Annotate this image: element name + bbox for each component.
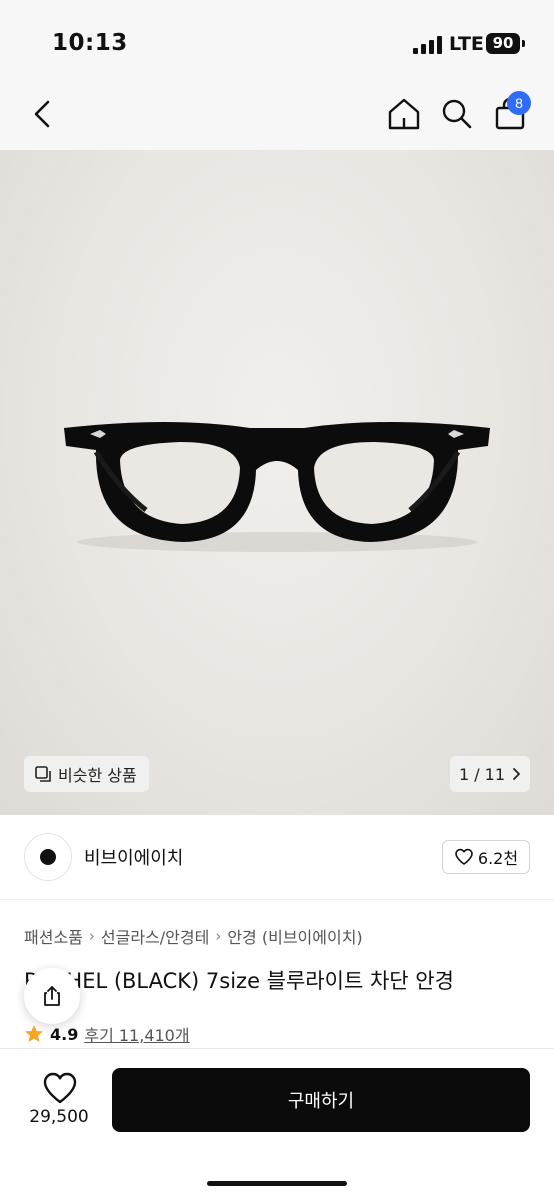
status-bar: 10:13 LTE 90: [0, 0, 554, 80]
buy-button[interactable]: 구매하기: [112, 1068, 530, 1132]
rating-value: 4.9: [50, 1024, 79, 1044]
glasses-image: [64, 422, 490, 552]
back-icon[interactable]: [24, 94, 64, 134]
similar-icon: [35, 766, 51, 782]
share-button[interactable]: [24, 968, 80, 1024]
chevron-right-icon: ›: [88, 927, 95, 945]
chevron-right-icon: ›: [215, 927, 222, 945]
breadcrumb-item[interactable]: 패션소품: [24, 924, 83, 948]
top-navigation: [0, 80, 554, 150]
brand-logo-mark: [40, 849, 56, 865]
breadcrumb-item[interactable]: 선글라스/안경테: [101, 924, 209, 948]
status-time: 10:13: [52, 30, 128, 56]
network-label: LTE: [449, 33, 484, 55]
heart-icon: [455, 848, 473, 865]
chevron-right-icon: [513, 768, 520, 780]
brand-logo[interactable]: [24, 833, 72, 881]
brand-row[interactable]: 비브이에이치 6.2천: [0, 815, 554, 900]
review-count-link[interactable]: 후기 11,410개: [84, 1022, 189, 1046]
home-indicator: [207, 1181, 347, 1186]
breadcrumb-item[interactable]: 안경 (비브이에이치): [227, 924, 362, 948]
search-icon[interactable]: [437, 94, 477, 134]
product-image-gallery[interactable]: 비슷한 상품 1 / 11: [0, 150, 554, 815]
battery-cap: [522, 40, 525, 47]
star-icon: [25, 1025, 43, 1042]
breadcrumb: 패션소품 › 선글라스/안경테 › 안경 (비브이에이치): [24, 924, 363, 948]
bottom-purchase-bar: 29,500 구매하기: [0, 1048, 554, 1201]
battery-indicator: 90: [486, 33, 520, 54]
similar-products-label: 비슷한 상품: [58, 766, 137, 785]
cart-count-badge: 8: [507, 91, 531, 115]
product-title: RACHEL (BLACK) 7size 블루라이트 차단 안경: [24, 969, 454, 993]
rating-row: 4.9 후기 11,410개: [24, 1022, 190, 1046]
page-indicator-text: 1 / 11: [458, 764, 506, 784]
similar-products-button[interactable]: 비슷한 상품: [24, 756, 149, 792]
share-icon: [44, 986, 60, 1006]
brand-like-button[interactable]: 6.2천: [442, 840, 530, 874]
signal-icon: [413, 36, 442, 54]
heart-icon[interactable]: [40, 1069, 80, 1109]
brand-name[interactable]: 비브이에이치: [84, 844, 183, 870]
home-icon[interactable]: [384, 94, 424, 134]
price-label: 29,500: [29, 1107, 89, 1127]
gallery-page-indicator[interactable]: 1 / 11: [450, 756, 530, 792]
brand-like-count: 6.2천: [477, 849, 519, 868]
